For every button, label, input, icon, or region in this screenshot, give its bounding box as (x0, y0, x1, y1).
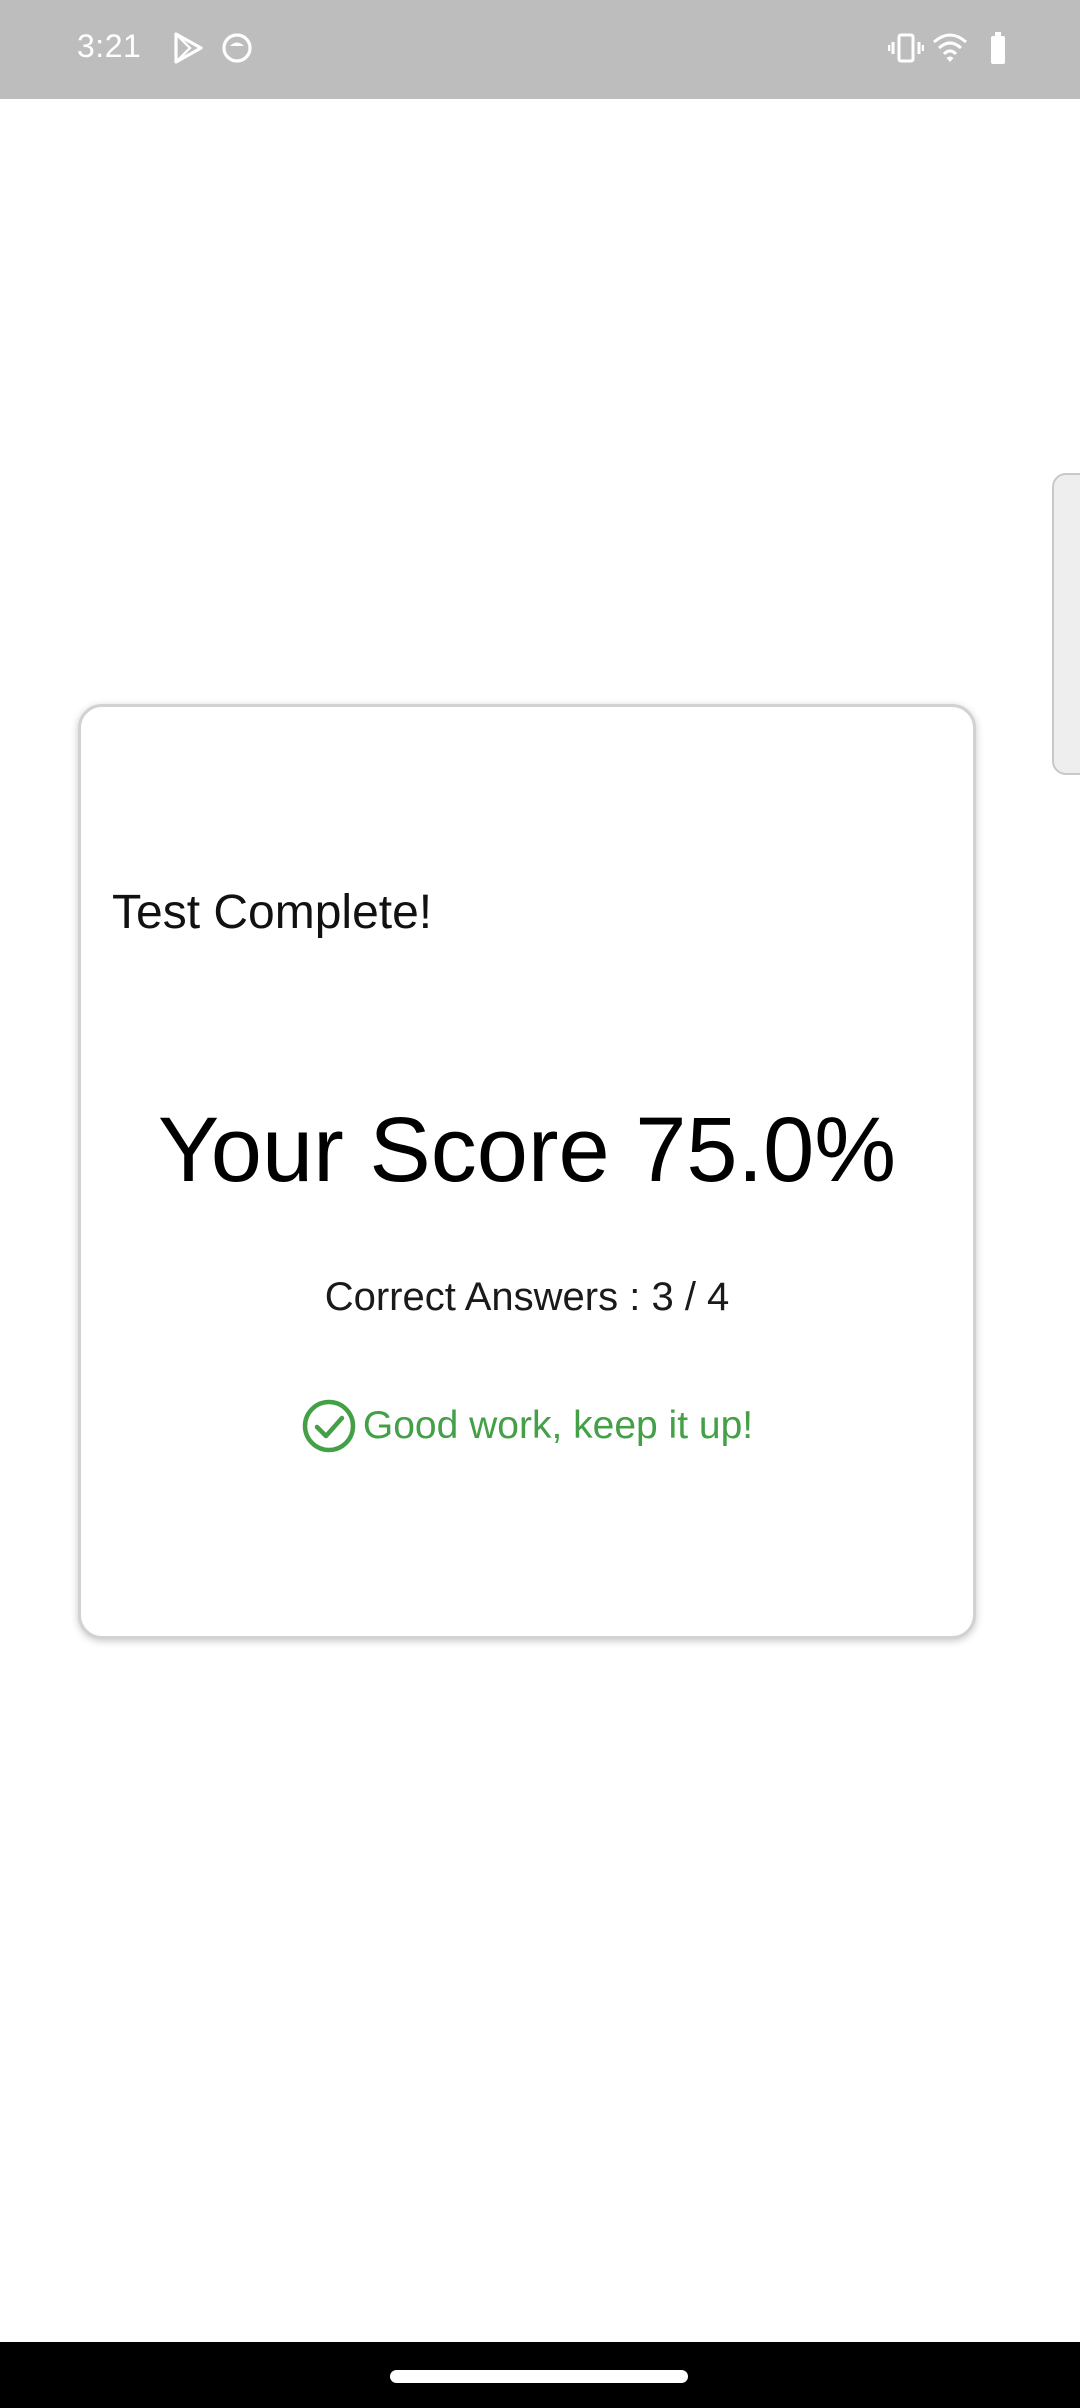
feedback-message: Good work, keep it up! (78, 1398, 976, 1454)
wifi-icon (932, 30, 968, 66)
status-bar: 3:21 (0, 0, 1080, 99)
check-circle-icon (301, 1398, 357, 1454)
notification-app-icon (219, 30, 255, 66)
feedback-text: Good work, keep it up! (362, 1404, 754, 1447)
status-time: 3:21 (77, 28, 142, 64)
side-panel-handle[interactable] (1052, 473, 1080, 775)
correct-answers-text: Correct Answers : 3 / 4 (324, 1275, 730, 1319)
battery-icon (980, 30, 1016, 66)
vibrate-icon (887, 30, 925, 66)
result-title: Test Complete! (112, 886, 433, 939)
play-store-icon (170, 30, 206, 66)
score-text: Your Score 75.0% (157, 1099, 897, 1201)
home-gesture-handle[interactable] (390, 2370, 688, 2383)
